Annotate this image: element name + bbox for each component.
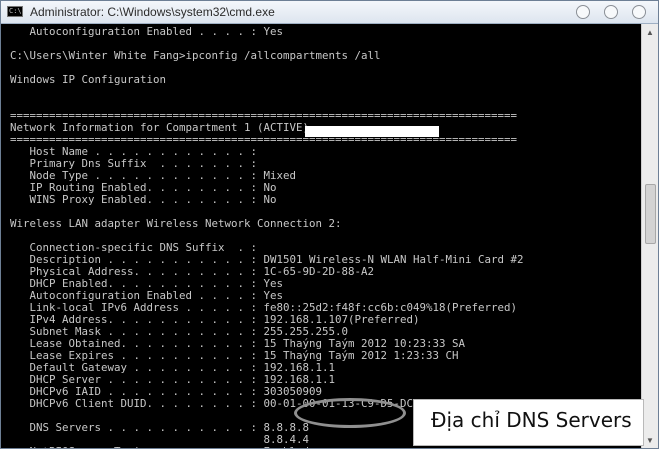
maximize-icon[interactable]	[604, 5, 618, 19]
scroll-thumb[interactable]	[645, 184, 656, 244]
title-bar[interactable]: C:\ Administrator: C:\Windows\system32\c…	[1, 1, 658, 24]
window-title: Administrator: C:\Windows\system32\cmd.e…	[30, 5, 275, 19]
console-line: C:\Users\Winter White Fang>ipconfig /all…	[10, 49, 381, 62]
cmd-icon: C:\	[7, 6, 23, 17]
dns-highlight-ellipse	[294, 398, 406, 428]
scroll-down-icon[interactable]: ▼	[642, 432, 658, 448]
scroll-up-icon[interactable]: ▲	[642, 24, 658, 40]
vertical-scrollbar[interactable]: ▲ ▼	[641, 24, 658, 448]
close-icon[interactable]	[632, 5, 646, 19]
console-line: NetBIOS over Tcpip. . . . . . . . : Enab…	[10, 446, 640, 449]
minimize-icon[interactable]	[576, 5, 590, 19]
host-name-redaction	[305, 126, 439, 137]
console-line: Autoconfiguration Enabled . . . . : Yes	[10, 26, 284, 38]
console-output[interactable]: Autoconfiguration Enabled . . . . : Yes C…	[10, 26, 640, 448]
console-line: Wireless LAN adapter Wireless Network Co…	[10, 217, 342, 230]
console-line: WINS Proxy Enabled. . . . . . . . : No	[10, 193, 277, 206]
callout-label: Địa chỉ DNS Servers	[431, 408, 632, 432]
console-line: Windows IP Configuration	[10, 73, 167, 86]
command-prompt-window: C:\ Administrator: C:\Windows\system32\c…	[0, 0, 659, 449]
